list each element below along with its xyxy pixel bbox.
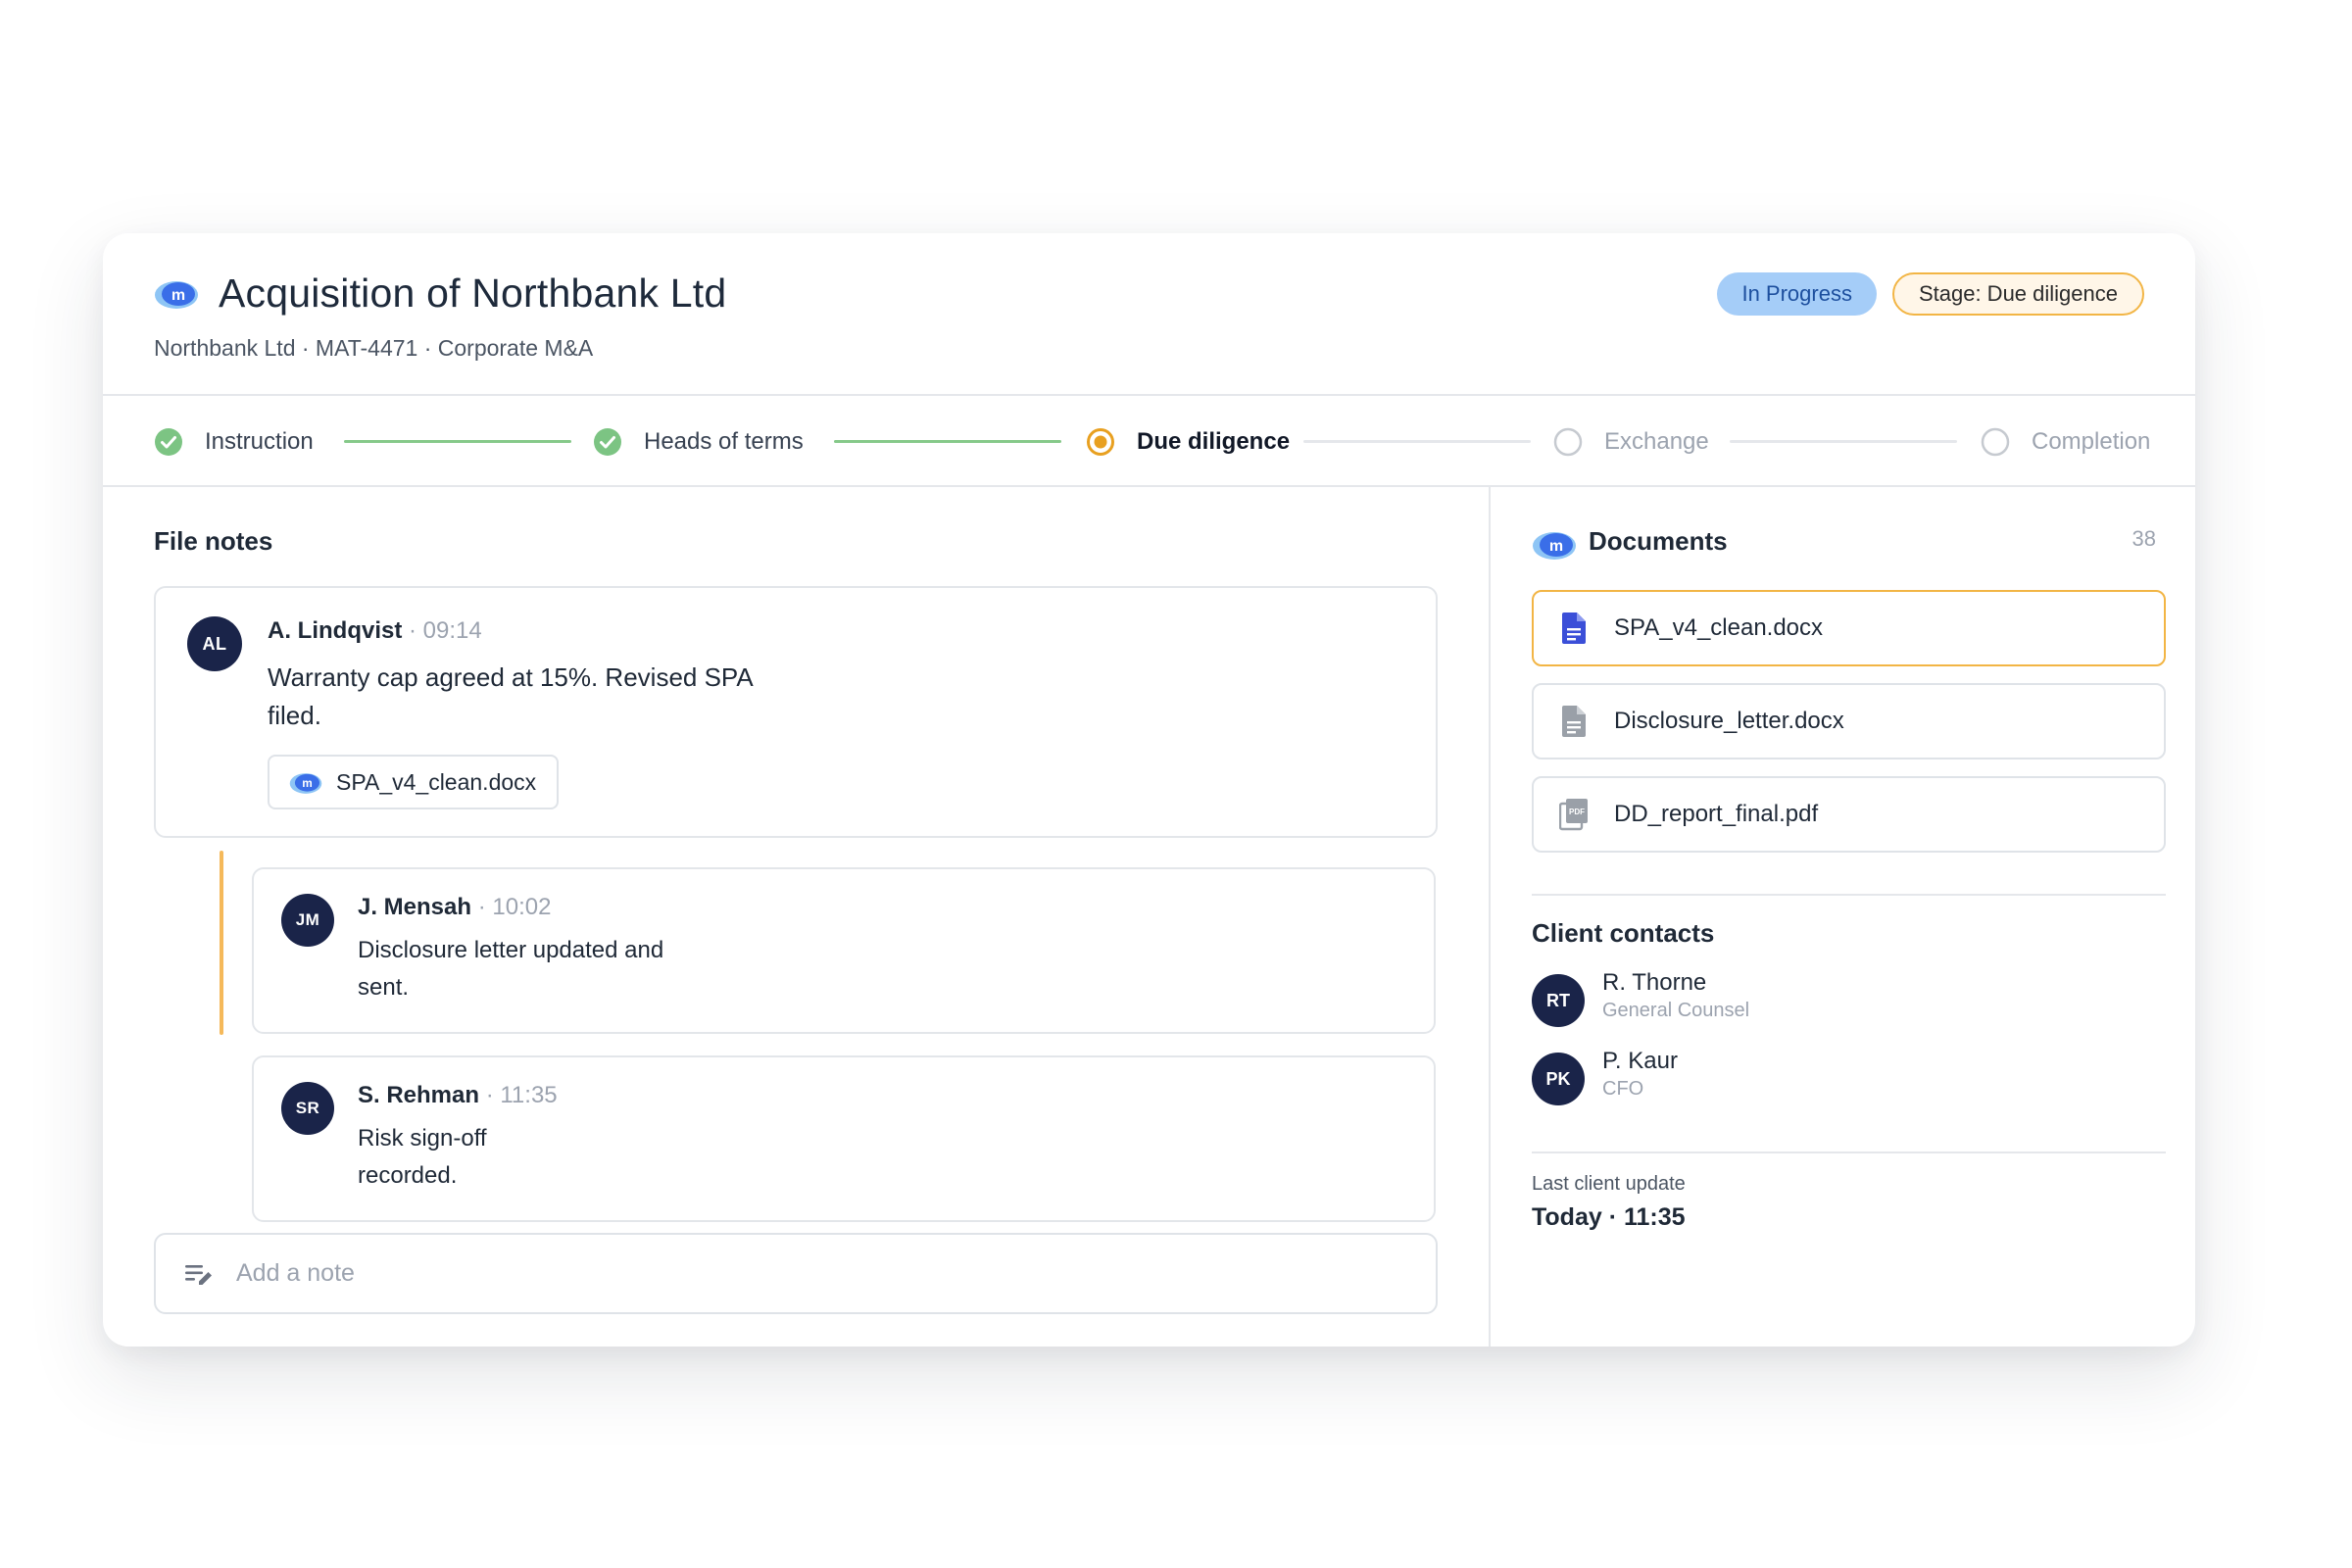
sidebar-panel: Documents 38 SPA_v4_clean.docx Disclosur… — [1489, 487, 2195, 1347]
attachment-name: SPA_v4_clean.docx — [336, 768, 537, 795]
thread-line — [220, 851, 223, 1035]
note-time: · 10:02 — [477, 894, 552, 920]
status-badge: In Progress — [1717, 272, 1877, 316]
reply-card[interactable]: SR S. Rehman · 11:35 Risk sign-off recor… — [252, 1055, 1436, 1222]
note-meta: S. Rehman · 11:35 — [358, 1082, 558, 1109]
contact-name[interactable]: R. Thorne — [1602, 969, 1706, 997]
matter-card: Acquisition of Northbank Ltd Northbank L… — [103, 233, 2195, 1347]
stage-badge: Stage: Due diligence — [1891, 272, 2144, 316]
page-title: Acquisition of Northbank Ltd — [219, 270, 727, 316]
step-label: Heads of terms — [644, 427, 804, 455]
avatar: PK — [1532, 1053, 1585, 1105]
note-text-line: Disclosure letter updated and — [358, 937, 664, 963]
note-text-line: sent. — [358, 974, 410, 1001]
check-circle-icon — [594, 427, 621, 456]
edit-note-icon — [185, 1264, 212, 1285]
document-item[interactable]: PDF DD_report_final.pdf — [1532, 776, 2166, 853]
note-text-line: Warranty cap agreed at 15%. Revised SPA — [268, 662, 754, 692]
doc-blue-icon — [1562, 612, 1586, 644]
doc-gray-icon — [1562, 706, 1586, 737]
note-text-line: Risk sign-off — [358, 1125, 487, 1152]
note-time: · 09:14 — [409, 617, 482, 644]
documents-title: Documents — [1589, 526, 1728, 556]
matter-header: Acquisition of Northbank Ltd Northbank L… — [103, 233, 2195, 396]
step-label: Instruction — [205, 427, 314, 455]
document-name: Disclosure_letter.docx — [1614, 708, 1844, 734]
client-contacts-title: Client contacts — [1532, 918, 1715, 948]
note-meta: J. Mensah · 10:02 — [358, 894, 551, 921]
avatar: JM — [281, 894, 334, 947]
note-text-line: filed. — [268, 701, 321, 730]
m-cloud-logo-icon — [154, 276, 199, 310]
empty-circle-icon — [1553, 427, 1583, 456]
document-name: SPA_v4_clean.docx — [1614, 614, 1824, 641]
m-cloud-logo-icon — [1532, 527, 1577, 561]
contact-name[interactable]: P. Kaur — [1602, 1048, 1678, 1075]
note-card[interactable]: AL A. Lindqvist · 09:14 Warranty cap agr… — [154, 586, 1438, 838]
attachment-chip[interactable]: SPA_v4_clean.docx — [268, 755, 560, 809]
avatar: SR — [281, 1082, 334, 1135]
step-label: Due diligence — [1137, 427, 1291, 455]
note-text: Warranty cap agreed at 15%. Revised SPA … — [268, 659, 754, 735]
contact-role: General Counsel — [1602, 1000, 1750, 1021]
note-text-line: recorded. — [358, 1162, 458, 1189]
empty-circle-icon — [1981, 427, 2010, 456]
avatar: RT — [1532, 974, 1585, 1027]
file-notes-title: File notes — [154, 526, 273, 556]
badge-group: In Progress Stage: Due diligence — [1717, 272, 2144, 316]
check-circle-icon — [155, 427, 182, 456]
step-heads-of-terms[interactable]: Heads of terms — [593, 396, 804, 487]
documents-count: 38 — [2132, 526, 2156, 551]
contact-role: CFO — [1602, 1078, 1644, 1100]
note-time: · 11:35 — [485, 1082, 558, 1108]
matter-subtitle: Northbank Ltd · MAT-4471 · Corporate M&A — [154, 335, 594, 361]
step-instruction[interactable]: Instruction — [154, 396, 314, 487]
step-due-diligence[interactable]: Due diligence — [1086, 396, 1290, 487]
note-author: A. Lindqvist — [268, 617, 403, 644]
pdf-icon: PDF — [1559, 799, 1588, 831]
note-meta: A. Lindqvist · 09:14 — [268, 617, 482, 645]
step-label: Completion — [2032, 427, 2151, 455]
step-exchange[interactable]: Exchange — [1553, 396, 1709, 487]
svg-text:PDF: PDF — [1569, 808, 1585, 816]
file-notes-panel: File notes AL A. Lindqvist · 09:14 Warra… — [103, 487, 1489, 1347]
note-author: J. Mensah — [358, 894, 472, 920]
avatar: AL — [187, 616, 242, 671]
stage-stepper: Instruction Heads of terms Due diligence — [103, 396, 2195, 487]
last-update-label: Last client update — [1532, 1173, 1686, 1195]
note-text: Risk sign-off recorded. — [358, 1120, 487, 1195]
step-connector — [344, 440, 571, 443]
m-cloud-logo-icon — [289, 769, 322, 795]
document-item[interactable]: Disclosure_letter.docx — [1532, 683, 2166, 760]
divider — [1532, 1152, 2166, 1153]
current-step-icon — [1087, 427, 1114, 456]
step-connector — [1730, 440, 1957, 443]
document-item[interactable]: SPA_v4_clean.docx — [1532, 590, 2166, 666]
step-completion[interactable]: Completion — [1981, 396, 2150, 487]
note-text: Disclosure letter updated and sent. — [358, 932, 663, 1006]
last-update-value: Today · 11:35 — [1532, 1203, 1686, 1231]
add-note-box[interactable] — [154, 1233, 1438, 1314]
divider — [1532, 894, 2166, 896]
reply-card[interactable]: JM J. Mensah · 10:02 Disclosure letter u… — [252, 867, 1436, 1034]
document-name: DD_report_final.pdf — [1614, 801, 1819, 827]
step-connector — [1303, 440, 1531, 443]
step-label: Exchange — [1604, 427, 1709, 455]
note-author: S. Rehman — [358, 1082, 480, 1108]
step-connector — [834, 440, 1061, 443]
add-note-input[interactable] — [236, 1259, 1314, 1288]
